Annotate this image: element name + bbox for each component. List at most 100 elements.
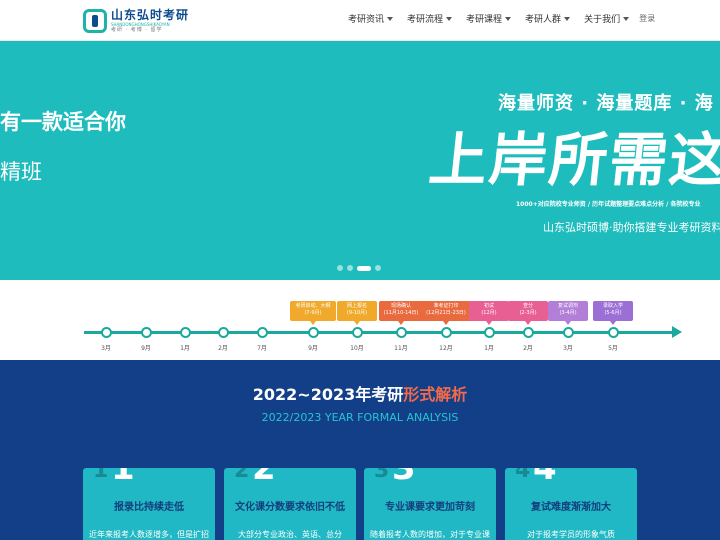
card-ghost-number: 1 [93,468,109,483]
logo-icon [83,9,107,33]
card-number: 3 [392,468,416,488]
caret-down-icon [623,16,630,21]
caret-down-icon [446,16,453,21]
nav-item-news[interactable]: 考研资讯 [348,12,394,25]
timeline-month-label: 2月 [218,345,228,352]
timeline-event[interactable]: 考研启动、大纲 (7-9月) [290,301,336,325]
timeline-event[interactable]: 网上报名 (9-10月) [337,301,377,325]
site-header: 山东弘时考研 SHANDONGHONGSHIKAOYAN 考研 · 考博 · 留… [0,0,720,41]
timeline-month-label: 11月 [394,345,408,352]
logo-subtitle: 考研 · 考博 · 留学 [111,27,163,33]
login-link[interactable]: 登录 [639,13,655,24]
timeline-node [257,327,268,338]
nav-item-label: 考研人群 [525,15,562,25]
timeline-event[interactable]: 录取入学 (5-6月) [593,301,633,325]
nav-item-label: 考研资讯 [348,15,385,25]
timeline-month-label: 5月 [608,345,618,352]
nav-item-audience[interactable]: 考研人群 [525,12,571,25]
timeline-event-date: (2-3月) [519,310,537,316]
timeline-node [396,327,407,338]
banner-headline: 上岸所需这里 [425,126,720,194]
timeline-month-label: 2月 [523,345,533,352]
card-ghost-number: 4 [515,468,531,483]
banner-tagline: 海量师资 · 海量题库 · 海 [498,93,714,114]
section-title-main: 2022~2023年考研 [252,385,404,404]
caret-down-icon [387,16,394,21]
timeline-node [484,327,495,338]
timeline-event-title: 复试调剂 [557,303,578,309]
timeline-month-label: 1月 [180,345,190,352]
nav-item-label: 考研流程 [407,15,444,25]
carousel-dot[interactable] [347,265,353,271]
caret-down-icon [505,16,512,21]
logo-name: 山东弘时考研 [111,8,190,22]
card-title: 报录比持续走低 [114,502,184,513]
timeline-event[interactable]: 初试 (12月) [469,301,509,325]
timeline-node [523,327,534,338]
timeline-event-date: (12月21日-23日) [426,310,466,316]
section-subtitle: 2022/2023 YEAR FORMAL ANALYSIS [261,411,459,424]
logo-text: 山东弘时考研 SHANDONGHONGSHIKAOYAN 考研 · 考博 · 留… [111,8,190,34]
timeline-arrow-icon [672,326,682,338]
timeline-event-date: (12月) [481,310,497,316]
analysis-card[interactable]: 4 4 复试难度渐渐加大 对于报考学员的形象气质 [505,468,637,540]
timeline-node [141,327,152,338]
carousel-dot[interactable] [337,265,343,271]
analysis-section: 2022~2023年考研形式解析 2022/2023 YEAR FORMAL A… [0,360,720,540]
timeline-node [563,327,574,338]
timeline-event-date: (11月10-14日) [383,310,419,316]
carousel-pagination [337,265,385,271]
timeline-node [352,327,363,338]
card-number: 1 [111,468,135,488]
nav-item-courses[interactable]: 考研课程 [466,12,512,25]
card-number: 4 [533,468,557,488]
section-title-highlight: 形式解析 [403,385,468,404]
timeline-month-label: 10月 [350,345,364,352]
exam-timeline: 3月 9月 1月 2月 7月 9月 10月 11月 12月 1月 2月 3月 5月 考研启动、大纲 (7-9… [0,280,720,360]
timeline-event-date: (9-10月) [346,310,368,316]
timeline-node [308,327,319,338]
banner-fine-print: 1000+对应院校专业师资 / 历年试题整理要点难点分析 / 各院校专业 [516,201,701,208]
card-text: 对于报考学员的形象气质 [527,530,615,539]
timeline-event-title: 考研启动、大纲 [295,303,331,309]
timeline-event-title: 初试 [483,303,494,309]
banner-prev-slide-text-2: 精班 [0,160,42,184]
timeline-node [608,327,619,338]
timeline-event-date: (5-6月) [604,310,622,316]
nav-item-process[interactable]: 考研流程 [407,12,453,25]
card-title: 专业课要求更加苛刻 [385,502,475,513]
timeline-node [218,327,229,338]
nav-item-about[interactable]: 关于我们 [584,12,630,25]
nav-item-label: 关于我们 [584,15,621,25]
timeline-month-label: 3月 [563,345,573,352]
site-logo[interactable]: 山东弘时考研 SHANDONGHONGSHIKAOYAN 考研 · 考博 · 留… [83,7,189,35]
carousel-dot[interactable] [375,265,381,271]
card-text: 近年来报考人数逐增多，但是扩招 [89,530,209,539]
timeline-event[interactable]: 现场确认 (11月10-14日) [379,301,423,325]
timeline-event-title: 现场确认 [390,303,411,309]
timeline-node [441,327,452,338]
analysis-card[interactable]: 2 2 文化课分数要求依旧不低 大部分专业政治、英语、总分 [224,468,356,540]
card-text: 随着报考人数的增加，对于专业课 [370,530,490,539]
timeline-event-title: 查分 [522,303,533,309]
timeline-axis [84,331,674,334]
carousel-dot-active[interactable] [357,265,371,271]
card-title: 文化课分数要求依旧不低 [235,502,345,513]
timeline-event-date: (7-9月) [304,310,322,316]
analysis-card[interactable]: 1 1 报录比持续走低 近年来报考人数逐增多，但是扩招 [83,468,215,540]
banner-prev-slide-text-1: 有一款适合你 [0,110,126,134]
timeline-event[interactable]: 准考证打印 (12月21日-23日) [420,301,472,325]
main-nav: 考研资讯 考研流程 考研课程 考研人群 关于我们 登录 [348,12,655,25]
hero-banner[interactable]: 有一款适合你 精班 海量师资 · 海量题库 · 海 上岸所需这里 1000+对应… [0,41,720,280]
timeline-node [180,327,191,338]
nav-item-label: 考研课程 [466,15,503,25]
timeline-event-title: 准考证打印 [433,303,459,309]
timeline-event[interactable]: 查分 (2-3月) [508,301,548,325]
analysis-card[interactable]: 3 3 专业课要求更加苛刻 随着报考人数的增加，对于专业课 [364,468,496,540]
timeline-month-label: 1月 [484,345,494,352]
timeline-month-label: 12月 [439,345,453,352]
timeline-event[interactable]: 复试调剂 (3-4月) [548,301,588,325]
banner-subline: 山东弘时硕博·助你搭建专业考研资料 [543,221,720,234]
timeline-node [101,327,112,338]
card-text: 大部分专业政治、英语、总分 [238,530,342,539]
